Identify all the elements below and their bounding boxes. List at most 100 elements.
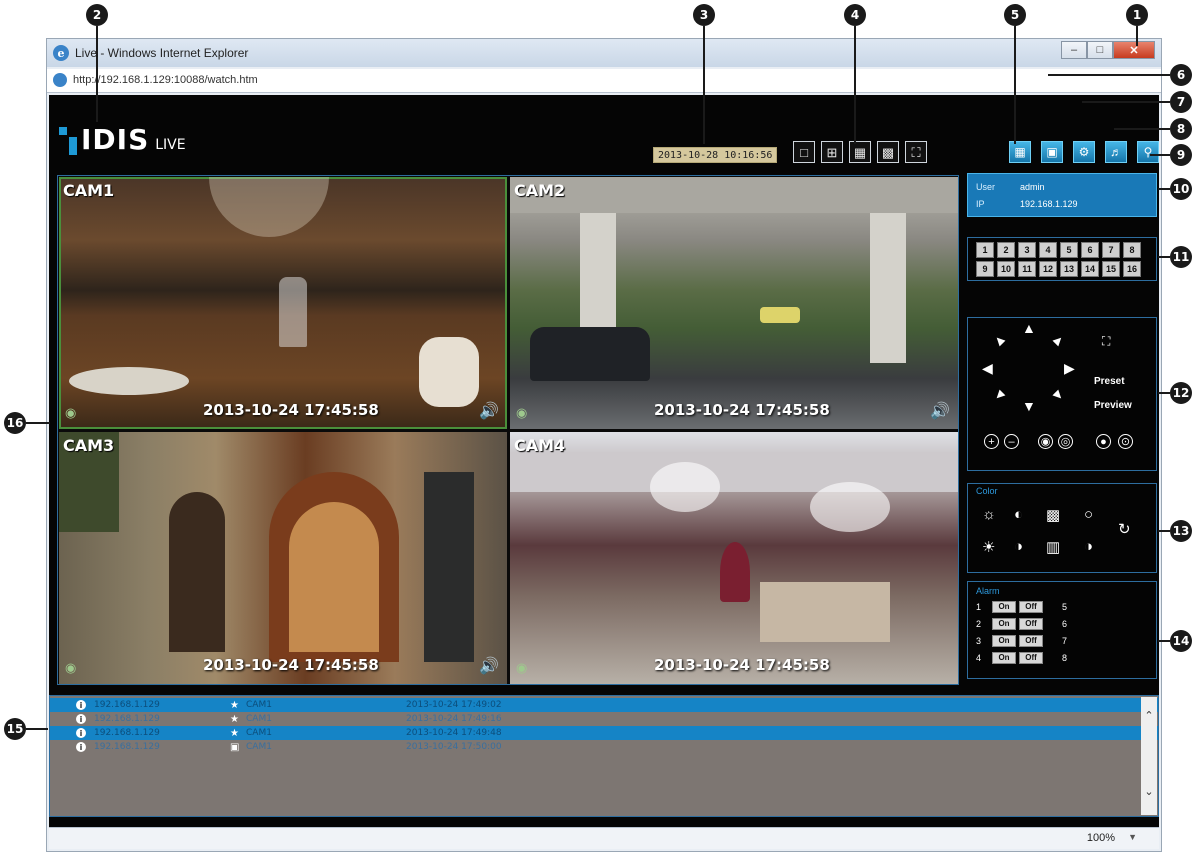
focus-near-icon[interactable]: ◉ xyxy=(1038,434,1053,449)
maximize-button[interactable]: □ xyxy=(1087,41,1113,59)
camera-view-3[interactable]: CAM3 ◉ 2013-10-24 17:45:58 🔊 xyxy=(59,432,507,684)
event-camera: CAM1 xyxy=(246,714,272,724)
event-row[interactable]: i 192.168.1.129 ▣ CAM1 2013-10-24 17:50:00 xyxy=(50,740,1158,754)
camera-button-14[interactable]: 14 xyxy=(1081,261,1099,277)
zoom-in-icon[interactable]: + xyxy=(984,434,999,449)
ptz-down-arrow-icon[interactable]: ▼ xyxy=(1022,398,1036,414)
camera-button-8[interactable]: 8 xyxy=(1123,242,1141,258)
layout-nine-button[interactable]: ▦ xyxy=(849,141,871,163)
search-button[interactable]: ⚲ xyxy=(1137,141,1159,163)
zoom-dropdown-icon[interactable]: ▼ xyxy=(1128,832,1137,842)
camera-button-9[interactable]: 9 xyxy=(976,261,994,277)
scroll-down-icon[interactable]: ⌄ xyxy=(1141,783,1157,799)
alarm-out-number: 7 xyxy=(1062,635,1068,646)
camera-button-7[interactable]: 7 xyxy=(1102,242,1120,258)
alarm-off-button[interactable]: Off xyxy=(1019,617,1043,630)
preset-button[interactable]: Preset xyxy=(1094,376,1125,387)
address-bar[interactable]: http://192.168.1.129:10088/watch.htm xyxy=(47,69,1161,93)
search-icon: ⚲ xyxy=(1143,145,1153,159)
contrast-up-icon[interactable]: ◑ xyxy=(1084,538,1093,555)
event-ip: 192.168.1.129 xyxy=(94,700,160,710)
event-row[interactable]: i 192.168.1.129 ★ CAM1 2013-10-24 17:49:02 xyxy=(50,698,1158,712)
camera-button-3[interactable]: 3 xyxy=(1018,242,1036,258)
brightness-up-icon[interactable]: ☀ xyxy=(982,538,995,556)
callout-2: 2 xyxy=(86,4,108,26)
contrast-down-icon[interactable]: ○ xyxy=(1084,506,1093,523)
camera-button-10[interactable]: 10 xyxy=(997,261,1015,277)
ptz-down-right-arrow-icon[interactable]: ▲ xyxy=(1048,385,1069,406)
event-log: i 192.168.1.129 ★ CAM1 2013-10-24 17:49:02 i 1… xyxy=(49,695,1159,817)
camera-timestamp: 2013-10-24 17:45:58 xyxy=(203,401,379,419)
callout-8: 8 xyxy=(1170,118,1192,140)
audio-button[interactable]: ♬ xyxy=(1105,141,1127,163)
callout-13: 13 xyxy=(1170,520,1192,542)
event-time: 2013-10-24 17:49:48 xyxy=(406,728,502,738)
alarm-out-number: 8 xyxy=(1062,652,1068,663)
alarm-on-button[interactable]: On xyxy=(992,617,1016,630)
ptz-left-arrow-icon[interactable]: ◀ xyxy=(982,360,993,377)
save-image-button[interactable]: ▦ xyxy=(1009,141,1031,163)
event-camera: CAM1 xyxy=(246,700,272,710)
settings-button[interactable]: ⚙ xyxy=(1073,141,1095,163)
camera-view-4[interactable]: CAM4 ◉ 2013-10-24 17:45:58 xyxy=(510,432,958,684)
event-row[interactable]: i 192.168.1.129 ★ CAM1 2013-10-24 17:49:16 xyxy=(50,712,1158,726)
user-label: User xyxy=(976,181,996,192)
iris-close-icon[interactable]: ⊙ xyxy=(1118,434,1133,449)
zoom-out-icon[interactable]: – xyxy=(1004,434,1019,449)
ptz-up-arrow-icon[interactable]: ▲ xyxy=(1022,320,1036,336)
saturation-up-icon[interactable]: ◑ xyxy=(1014,538,1023,555)
fullscreen-button[interactable]: ⛶ xyxy=(905,141,927,163)
preview-button[interactable]: Preview xyxy=(1094,400,1132,411)
alarm-on-button[interactable]: On xyxy=(992,651,1016,664)
zoom-level[interactable]: 100% xyxy=(1087,832,1115,844)
event-scrollbar[interactable]: ⌃ ⌄ xyxy=(1141,697,1157,815)
motion-event-icon: ★ xyxy=(230,699,239,711)
camera-button-5[interactable]: 5 xyxy=(1060,242,1078,258)
camera-button-13[interactable]: 13 xyxy=(1060,261,1078,277)
speaker-icon[interactable]: 🔊 xyxy=(479,656,499,676)
mode-label: LIVE xyxy=(155,137,186,153)
ptz-right-arrow-icon[interactable]: ▶ xyxy=(1064,360,1075,377)
layout-quad-button[interactable]: ⊞ xyxy=(821,141,843,163)
iris-open-icon[interactable]: ● xyxy=(1096,434,1111,449)
camera-button-1[interactable]: 1 xyxy=(976,242,994,258)
alarm-off-button[interactable]: Off xyxy=(1019,634,1043,647)
callout-9: 9 xyxy=(1170,144,1192,166)
camera-view-1[interactable]: CAM1 ◉ 2013-10-24 17:45:58 🔊 xyxy=(59,177,507,429)
info-icon: i xyxy=(76,714,86,724)
camera-button-2[interactable]: 2 xyxy=(997,242,1015,258)
alarm-on-button[interactable]: On xyxy=(992,600,1016,613)
ptz-down-left-arrow-icon[interactable]: ▲ xyxy=(988,385,1009,406)
callout-6: 6 xyxy=(1170,64,1192,86)
camera-view-2[interactable]: CAM2 ◉ 2013-10-24 17:45:58 🔊 xyxy=(510,177,958,429)
camera-button-6[interactable]: 6 xyxy=(1081,242,1099,258)
color-reset-icon[interactable]: ↻ xyxy=(1118,520,1131,538)
event-row[interactable]: i 192.168.1.129 ★ CAM1 2013-10-24 17:49:48 xyxy=(50,726,1158,740)
speaker-icon[interactable]: 🔊 xyxy=(479,401,499,421)
ptz-fit-icon[interactable]: ⛶ xyxy=(1102,334,1110,349)
speaker-icon[interactable]: 🔊 xyxy=(930,401,950,421)
scroll-up-icon[interactable]: ⌃ xyxy=(1141,707,1157,723)
focus-far-icon[interactable]: ◎ xyxy=(1058,434,1073,449)
camera-button-4[interactable]: 4 xyxy=(1039,242,1057,258)
camera-button-11[interactable]: 11 xyxy=(1018,261,1036,277)
brightness-down-icon[interactable]: ☼ xyxy=(982,506,996,523)
address-text[interactable]: http://192.168.1.129:10088/watch.htm xyxy=(73,74,258,86)
camera-button-12[interactable]: 12 xyxy=(1039,261,1057,277)
layout-sixteen-button[interactable]: ▩ xyxy=(877,141,899,163)
alarm-off-button[interactable]: Off xyxy=(1019,600,1043,613)
hue-down-icon[interactable]: ▩ xyxy=(1046,506,1060,524)
layout-single-button[interactable]: □ xyxy=(793,141,815,163)
camera-button-16[interactable]: 16 xyxy=(1123,261,1141,277)
minimize-button[interactable]: – xyxy=(1061,41,1087,59)
ptz-up-right-arrow-icon[interactable]: ▲ xyxy=(1048,329,1069,350)
camera-button-15[interactable]: 15 xyxy=(1102,261,1120,277)
audio-icon: ♬ xyxy=(1110,145,1122,159)
alarm-off-button[interactable]: Off xyxy=(1019,651,1043,664)
camera-select-button[interactable]: ▣ xyxy=(1041,141,1063,163)
hue-up-icon[interactable]: ▥ xyxy=(1046,538,1060,556)
saturation-down-icon[interactable]: ◐ xyxy=(1014,506,1023,523)
close-button[interactable]: ✕ xyxy=(1113,41,1155,59)
ptz-up-left-arrow-icon[interactable]: ▲ xyxy=(988,329,1009,350)
alarm-on-button[interactable]: On xyxy=(992,634,1016,647)
